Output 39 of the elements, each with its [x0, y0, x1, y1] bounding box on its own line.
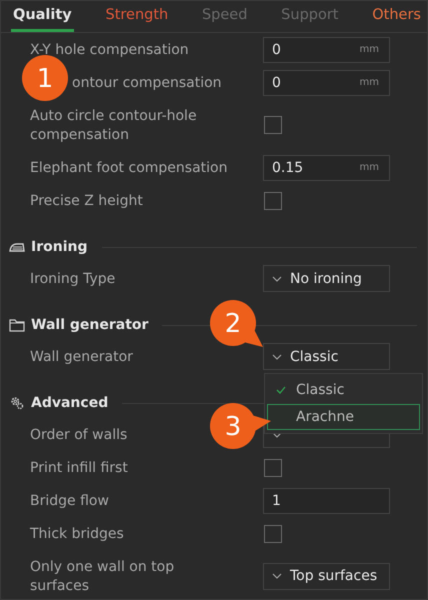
setting-label: X-Y hole compensation [30, 42, 189, 58]
setting-label: Auto circle contour-hole compensation [30, 108, 197, 143]
folder-icon [9, 318, 25, 332]
gears-icon [9, 396, 25, 410]
setting-label: Bridge flow [30, 493, 109, 509]
setting-label: Wall generator [30, 349, 133, 365]
setting-label: Thick bridges [30, 526, 124, 542]
setting-label: Elephant foot compensation [30, 160, 228, 176]
setting-label: ontour compensation [72, 75, 222, 91]
setting-label: Precise Z height [30, 193, 143, 209]
caret-icon [272, 354, 282, 360]
caret-icon [272, 276, 282, 282]
section-title: Advanced [31, 395, 108, 411]
caret-icon [272, 432, 282, 438]
menu-item[interactable]: Arachne [267, 404, 420, 430]
dropdown[interactable]: Classic [263, 343, 390, 370]
check-icon [276, 386, 286, 394]
input-field[interactable]: 0.15 mm [263, 154, 390, 180]
checkbox[interactable] [264, 524, 282, 542]
section-title: Wall generator [31, 317, 148, 333]
tab[interactable]: Quality [11, 1, 74, 32]
checkbox[interactable] [264, 192, 282, 210]
setting-label: Order of walls [30, 427, 128, 443]
input-field[interactable]: 1 [263, 488, 390, 514]
section-title: Ironing [31, 239, 88, 255]
tab[interactable]: Others [370, 1, 423, 32]
caret-icon [272, 573, 282, 579]
menu-item[interactable]: Classic [267, 377, 420, 403]
setting-label: Print infill first [30, 460, 128, 476]
setting-label: Only one wall on top surfaces [30, 559, 174, 594]
checkbox[interactable] [264, 458, 282, 476]
checkbox[interactable] [264, 116, 282, 134]
input-field[interactable]: 0 mm [263, 36, 390, 62]
dropdown[interactable]: Top surfaces [263, 562, 390, 590]
callout-badge: 1 [22, 55, 68, 101]
setting-label: Ironing Type [30, 271, 116, 287]
input-field[interactable]: 0 mm [263, 70, 390, 96]
tab[interactable]: Strength [104, 1, 170, 32]
dropdown[interactable]: No ironing [263, 265, 390, 292]
